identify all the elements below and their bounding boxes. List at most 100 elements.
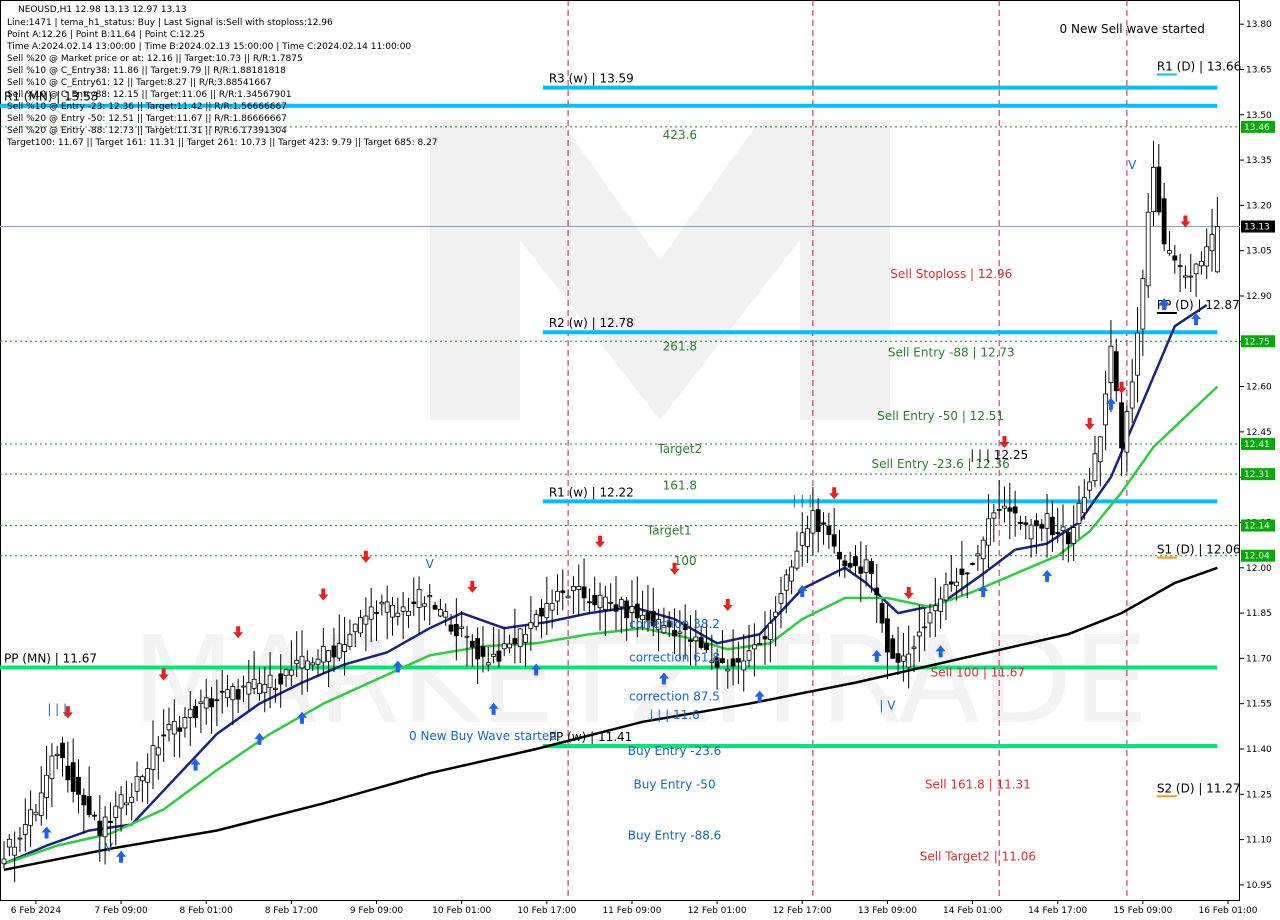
candle-body [358, 617, 363, 634]
chart-annotation: Target1 [646, 524, 692, 538]
candle-body [773, 611, 779, 618]
candle-body [1071, 527, 1077, 544]
candle-body [1113, 351, 1119, 392]
candle-body [33, 811, 39, 816]
candle-body [837, 551, 842, 560]
candle-body [693, 636, 699, 642]
candle-body [831, 534, 837, 547]
candle-body [251, 678, 257, 689]
candle-body [480, 646, 486, 657]
candle-body [810, 510, 816, 534]
chart-annotation: 161.8 [663, 478, 697, 492]
candle-body [1034, 520, 1039, 527]
price-badge-label: 12.31 [1244, 470, 1270, 480]
candle-body [767, 622, 773, 640]
candle-body [44, 774, 49, 798]
chart-annotation: Buy Entry -23.6 [628, 744, 722, 758]
candle-body [336, 643, 342, 659]
chart-annotation: | | | [792, 493, 812, 507]
price-axis-tick-label: 12.60 [1246, 383, 1272, 393]
symbol-line: NEOUSD,H1 12.98 13.13 12.97 13.13 [18, 5, 187, 15]
candle-body [288, 669, 294, 676]
chart-annotation: 100 [674, 554, 697, 568]
candle-body [54, 753, 60, 756]
candle-body [390, 604, 395, 618]
candle-body [283, 669, 289, 676]
chart-annotation: | | | 11.6 [649, 708, 699, 722]
candle-body [166, 724, 172, 731]
candle-body [395, 612, 401, 617]
candle-body [602, 596, 608, 610]
price-axis-tick-label: 10.95 [1246, 881, 1272, 891]
candle-body [235, 689, 241, 700]
time-axis-tick-label: 14 Feb 17:00 [1028, 906, 1087, 916]
candle-body [38, 792, 44, 816]
candle-body [177, 727, 183, 732]
candle-body [959, 568, 965, 575]
candle-body [1140, 278, 1146, 330]
candle-body [139, 776, 145, 782]
candle-body [1188, 275, 1194, 278]
info-line: Sell %20 @ Market price or at: 12.16 || … [7, 54, 303, 64]
candle-body [874, 587, 880, 596]
chart-annotation: Buy Entry -50 [633, 777, 715, 791]
candle-body [155, 747, 161, 756]
candle-body [278, 673, 284, 685]
candle-body [996, 509, 1002, 511]
price-badge-label: 13.46 [1244, 123, 1270, 133]
candle-body [938, 598, 944, 612]
chart-annotation: Buy Entry -88.6 [628, 829, 722, 843]
candle-body [86, 795, 92, 815]
chart-annotation: | V [97, 841, 114, 855]
candle-body [219, 690, 225, 693]
candle-body [453, 623, 459, 637]
chart-annotation: Sell 100 | 11.67 [931, 666, 1025, 680]
candle-body [789, 566, 795, 582]
candle-body [459, 626, 465, 629]
chart-annotation: correction 61.8 [629, 650, 720, 664]
candle-body [762, 636, 768, 640]
candle-body [187, 708, 193, 718]
candle-body [507, 643, 512, 649]
candle-body [491, 653, 497, 657]
candle-body [688, 639, 693, 642]
candle-body [437, 609, 443, 617]
time-axis-tick-label: 16 Feb 01:00 [1198, 906, 1257, 916]
candle-body [746, 650, 752, 661]
candle-body [533, 614, 539, 627]
candle-body [326, 650, 332, 662]
candle-body [1002, 505, 1007, 509]
candle-body [225, 689, 230, 699]
chart-annotation: 0 New Sell wave started [1060, 22, 1205, 36]
price-axis-tick-label: 12.90 [1246, 292, 1272, 302]
candle-body [581, 586, 587, 599]
candle-body [725, 668, 731, 672]
candle-body [102, 816, 108, 838]
chart-annotation: Sell Stoploss | 12.96 [890, 267, 1012, 281]
candle-body [145, 768, 151, 783]
time-axis-tick-label: 15 Feb 09:00 [1113, 906, 1172, 916]
candle-body [1124, 411, 1130, 453]
candle-body [1028, 524, 1034, 540]
candle-body [783, 574, 789, 591]
candle-body [92, 814, 97, 817]
info-line: Sell %10 @ C_Entry61: 12 || Target:8.27 … [7, 78, 272, 88]
candle-body [262, 683, 268, 693]
candle-body [161, 734, 167, 737]
candle-body [943, 584, 949, 601]
time-axis-tick-label: 6 Feb 2024 [11, 906, 62, 916]
candle-body [586, 601, 592, 604]
candle-body [624, 600, 630, 619]
candle-body [1129, 381, 1135, 409]
candle-body [1044, 513, 1050, 529]
candle-body [906, 653, 912, 668]
candle-body [1151, 166, 1156, 212]
chart-annotation: 0 New Buy Wave started [409, 729, 557, 743]
candle-body [379, 601, 385, 605]
candle-body [1007, 507, 1013, 512]
candle-body [1012, 506, 1018, 514]
candle-body [113, 805, 119, 818]
candle-body [475, 638, 481, 660]
daily-pivot-label: S1 (D) | 12.06 [1157, 543, 1241, 557]
candle-body [1097, 436, 1103, 463]
